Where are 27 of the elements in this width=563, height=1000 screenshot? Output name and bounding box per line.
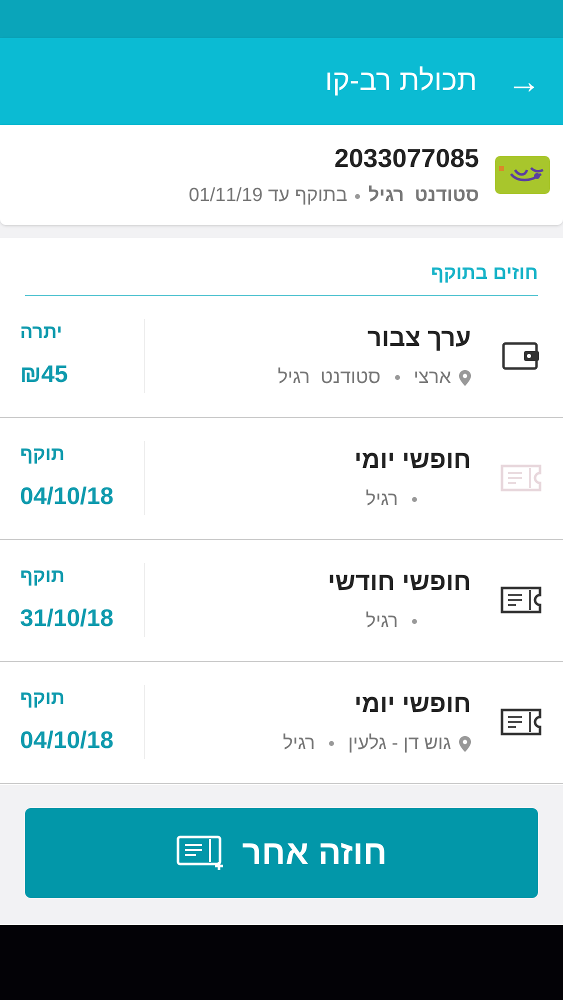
value-label: יתרה [20,321,62,345]
screen-title: תכולת רב-קו [325,64,477,99]
contract-profile: סטודנט רגיל [278,366,381,390]
contract-profile: רגיל [366,610,398,634]
value-text: 04/10/18 [20,482,114,512]
contract-profile: רגיל [366,488,398,512]
contract-zone: ארצי [414,366,451,390]
contract-zone: גוש דן - גלעין [348,732,451,756]
value-label: תוקף [20,443,65,467]
contract-name: ערך צבור [366,323,471,354]
location-pin-icon [459,736,471,752]
value-text: 04/10/18 [20,726,114,756]
card-number: 2033077085 [333,142,479,176]
value-text: 31/10/18 [20,604,114,634]
contract-name: חופשי יומי [353,689,471,720]
value-text: ₪45 [20,360,68,390]
contract-name: חופשי חודשי [326,567,471,598]
value-label: תוקף [20,565,65,589]
other-contract-button[interactable]: חוזה אחר [25,808,538,898]
contract-name: חופשי יומי [353,445,471,476]
section-title: חוזים בתוקף [430,263,538,284]
value-label: תוקף [20,687,65,711]
location-pin-icon [459,370,471,386]
card-profile: סטודנט רגיל [368,184,479,208]
contract-profile: רגיל [282,732,316,756]
card-logo-icon [495,156,550,194]
card-validity: בתוקף עד 01/11/19 [188,184,348,208]
